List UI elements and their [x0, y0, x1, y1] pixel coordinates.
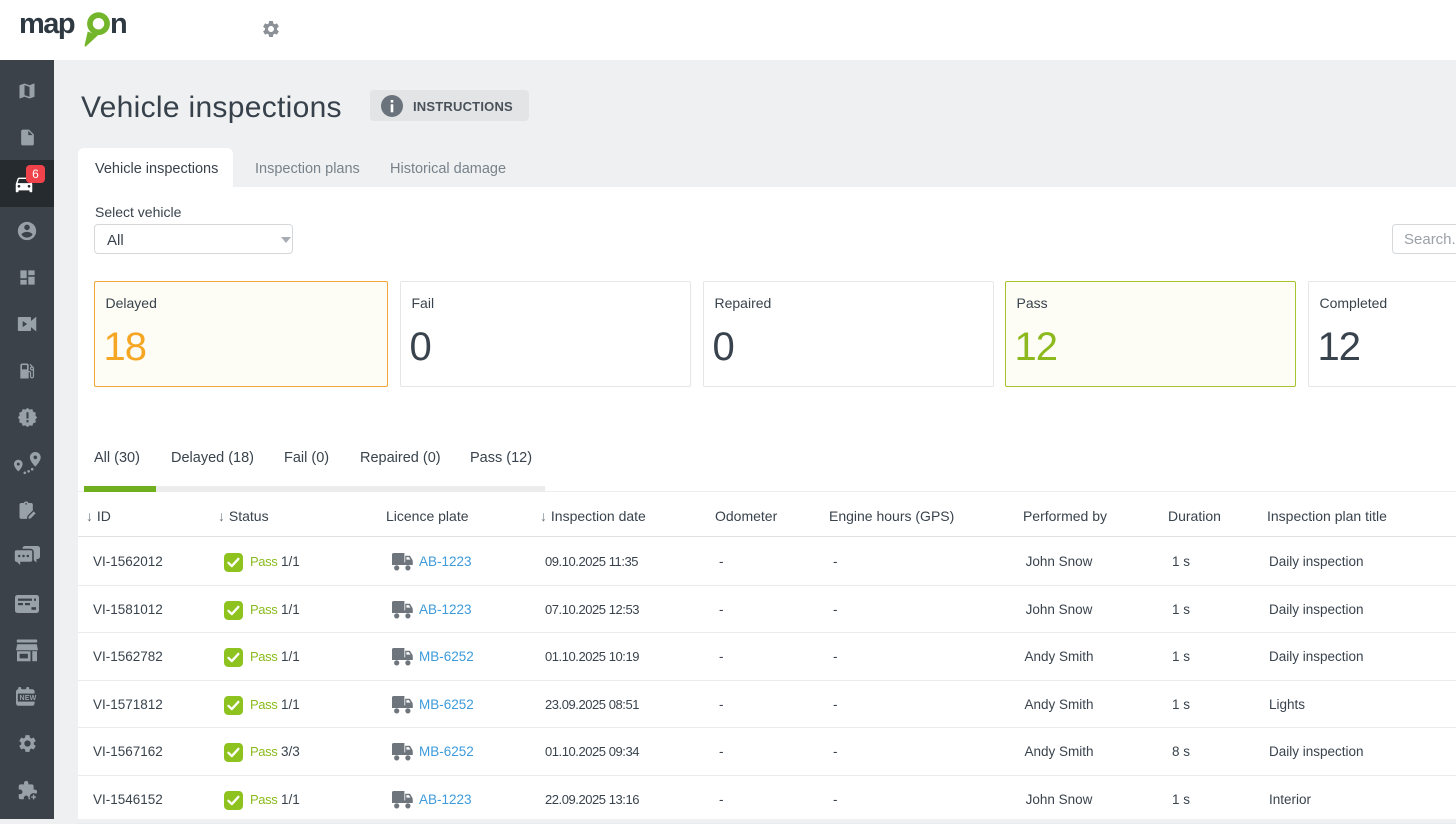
svg-text:NEW: NEW: [20, 695, 37, 702]
